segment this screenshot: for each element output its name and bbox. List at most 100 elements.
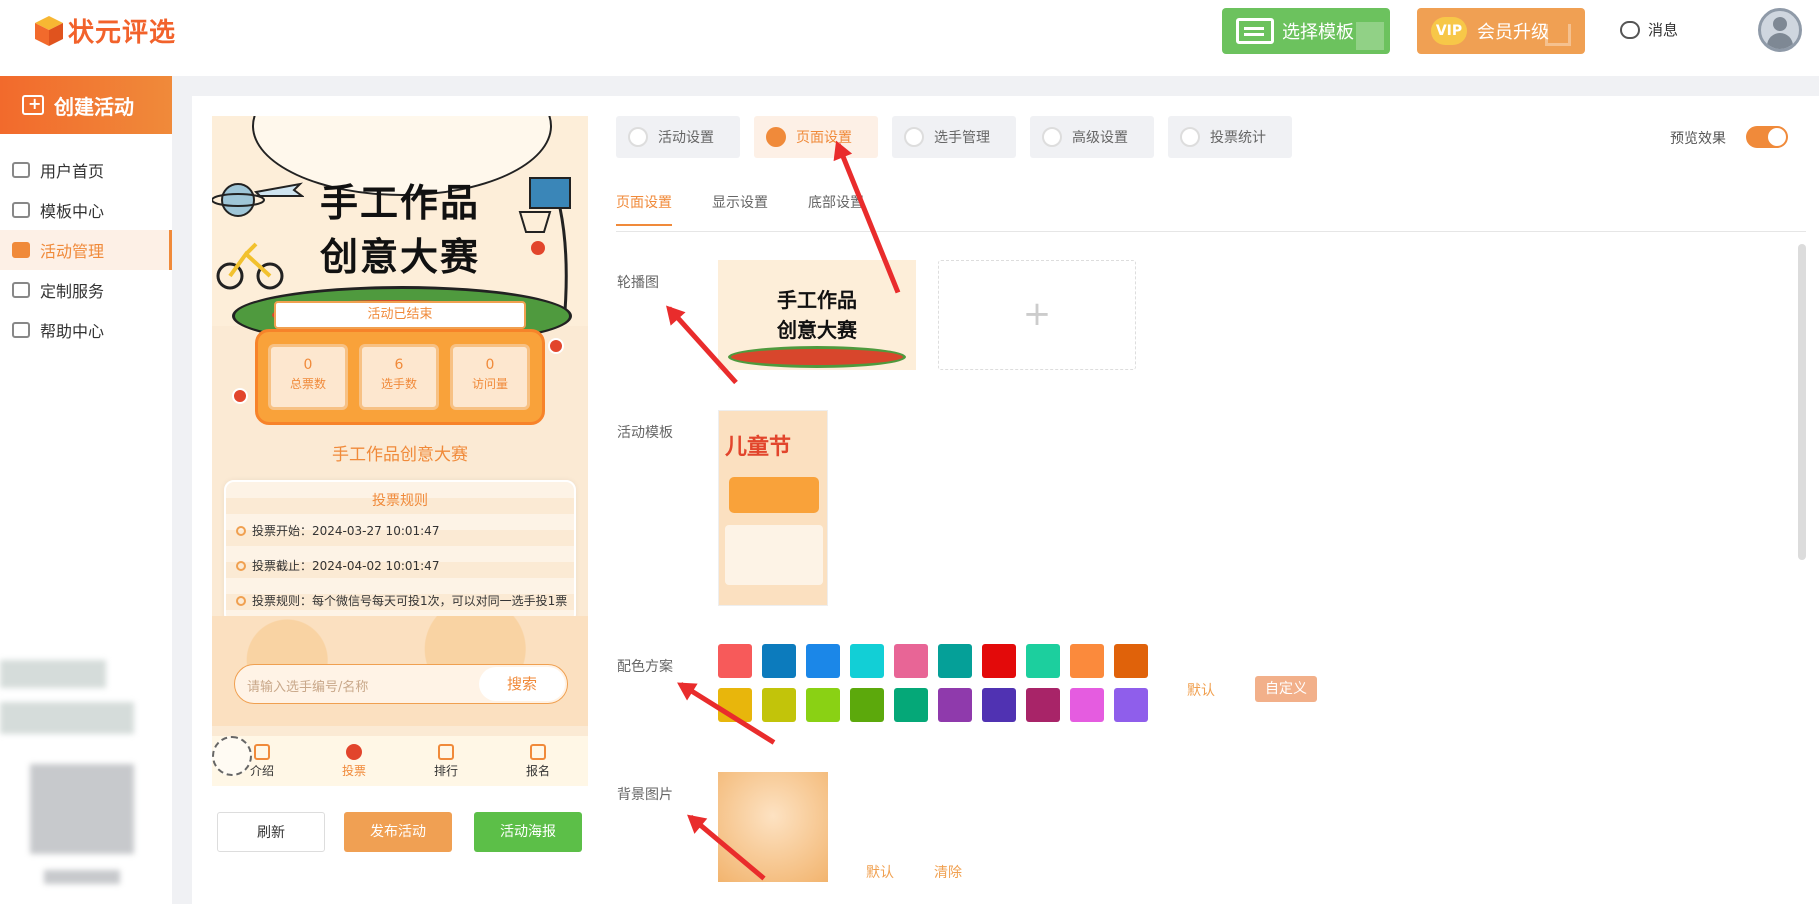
color-swatch[interactable] xyxy=(850,688,884,722)
tab-signup[interactable]: 报名 xyxy=(508,744,568,779)
bg-clear-link[interactable]: 清除 xyxy=(934,862,962,882)
messages-link[interactable]: 消息 xyxy=(1620,19,1678,40)
stat-label: 访问量 xyxy=(471,377,508,391)
sidebar-item-templates[interactable]: 模板中心 xyxy=(0,190,172,230)
chat-bubble-icon xyxy=(1620,20,1640,39)
page-icon xyxy=(766,127,786,147)
stamp-icon xyxy=(212,736,252,776)
tab-activity-settings[interactable]: 活动设置 xyxy=(616,116,740,158)
document-icon xyxy=(254,744,270,760)
color-swatch[interactable] xyxy=(938,688,972,722)
clock-icon xyxy=(236,525,246,536)
scrollbar[interactable] xyxy=(1798,244,1806,560)
stat-value: 0 xyxy=(303,357,313,373)
folder-icon xyxy=(12,202,30,218)
bg-default-link[interactable]: 默认 xyxy=(866,862,894,882)
stat-value: 6 xyxy=(394,357,404,373)
color-swatch[interactable] xyxy=(894,644,928,678)
color-swatch[interactable] xyxy=(806,644,840,678)
choose-template-button[interactable]: 选择模板 xyxy=(1222,8,1390,54)
stat-label: 总票数 xyxy=(289,377,326,391)
tab-page-settings[interactable]: 页面设置 xyxy=(754,116,878,158)
tab-contestant-management[interactable]: 选手管理 xyxy=(892,116,1016,158)
sidebar-item-help[interactable]: 帮助中心 xyxy=(0,310,172,350)
tab-rank[interactable]: 排行 xyxy=(416,744,476,779)
tab-label: 投票统计 xyxy=(1210,130,1266,146)
clock-icon xyxy=(236,595,246,606)
color-swatch[interactable] xyxy=(762,688,796,722)
page-settings-subtabs: 页面设置 显示设置 底部设置 xyxy=(616,192,1806,232)
tab-vote-stats[interactable]: 投票统计 xyxy=(1168,116,1292,158)
add-calendar-icon xyxy=(22,94,44,115)
add-carousel-image-button[interactable]: + xyxy=(938,260,1136,370)
carousel-title-line2: 创意大赛 xyxy=(777,318,857,342)
preview-effect-label: 预览效果 xyxy=(1670,131,1726,147)
airplane-icon xyxy=(254,182,304,197)
blurred-area xyxy=(0,702,134,734)
color-swatch[interactable] xyxy=(982,688,1016,722)
bar-chart-icon xyxy=(438,744,454,760)
decor-ball-icon xyxy=(548,338,564,354)
color-swatch[interactable] xyxy=(1114,644,1148,678)
sidebar-item-label: 定制服务 xyxy=(40,282,105,301)
color-swatch[interactable] xyxy=(718,644,752,678)
carousel-title-line1: 手工作品 xyxy=(777,288,857,312)
tab-vote[interactable]: 投票 xyxy=(324,744,384,779)
color-default-link[interactable]: 默认 xyxy=(1187,680,1215,700)
sidebar-item-home[interactable]: 用户首页 xyxy=(0,150,172,190)
template-rules-block xyxy=(725,525,823,585)
create-activity-button[interactable]: 创建活动 xyxy=(0,76,172,134)
carousel-track xyxy=(728,346,906,368)
color-swatch[interactable] xyxy=(1026,644,1060,678)
template-stats-block xyxy=(729,477,819,513)
color-swatch[interactable] xyxy=(806,688,840,722)
rule-text: 投票规则：每个微信号每天可投1次，可以对同一选手投1票 xyxy=(252,594,568,608)
color-swatch[interactable] xyxy=(1026,688,1060,722)
subtab-page-settings[interactable]: 页面设置 xyxy=(616,192,672,226)
color-custom-button[interactable]: 自定义 xyxy=(1255,676,1317,702)
crown-icon xyxy=(1545,24,1571,46)
tab-advanced-settings[interactable]: 高级设置 xyxy=(1030,116,1154,158)
sidebar-item-label: 模板中心 xyxy=(40,202,105,221)
preview-tab-bar: 介绍 投票 排行 报名 xyxy=(212,736,588,786)
sidebar-item-custom[interactable]: 定制服务 xyxy=(0,270,172,310)
color-swatch[interactable] xyxy=(1070,644,1104,678)
search-placeholder: 请输入选手编号/名称 xyxy=(247,680,369,695)
logo[interactable]: 状元评选 xyxy=(34,12,176,49)
contestant-search-input[interactable]: 请输入选手编号/名称 搜索 xyxy=(234,664,568,704)
color-swatch[interactable] xyxy=(762,644,796,678)
clock-icon xyxy=(236,560,246,571)
color-swatch[interactable] xyxy=(1070,688,1104,722)
template-thumb-title: 儿童节 xyxy=(725,435,792,460)
subtab-footer-settings[interactable]: 底部设置 xyxy=(808,192,864,224)
carousel-image[interactable]: 手工作品 创意大赛 xyxy=(718,260,916,370)
color-swatch[interactable] xyxy=(850,644,884,678)
background-image-thumbnail[interactable] xyxy=(718,772,828,882)
blurred-area xyxy=(44,870,120,884)
rule-end: 投票截止：2024-04-02 10:01:47 xyxy=(236,557,439,574)
preview-effect-toggle[interactable] xyxy=(1746,126,1788,148)
refresh-button[interactable]: 刷新 xyxy=(217,812,325,852)
sidebar-item-label: 用户首页 xyxy=(40,162,105,181)
tab-label: 活动设置 xyxy=(658,130,714,146)
color-swatch[interactable] xyxy=(894,688,928,722)
subtab-display-settings[interactable]: 显示设置 xyxy=(712,192,768,224)
decor-ball-icon xyxy=(232,388,248,404)
activity-template-thumbnail[interactable]: 儿童节 xyxy=(718,410,828,606)
settings-icon xyxy=(628,127,648,147)
tab-label: 选手管理 xyxy=(934,130,990,146)
stat-total-votes: 0 总票数 xyxy=(268,344,348,410)
tab-label: 报名 xyxy=(525,764,550,778)
activity-poster-button[interactable]: 活动海报 xyxy=(474,812,582,852)
color-swatch[interactable] xyxy=(1114,688,1148,722)
sidebar-item-activities[interactable]: 活动管理 xyxy=(0,230,172,270)
avatar[interactable] xyxy=(1758,8,1802,52)
vip-upgrade-button[interactable]: VIP 会员升级 xyxy=(1417,8,1585,54)
publish-activity-button[interactable]: 发布活动 xyxy=(344,812,452,852)
search-button[interactable]: 搜索 xyxy=(479,667,565,701)
color-swatch[interactable] xyxy=(938,644,972,678)
rule-text: 投票截止：2024-04-02 10:01:47 xyxy=(252,559,440,573)
logo-cube-icon xyxy=(34,15,64,47)
color-swatch[interactable] xyxy=(982,644,1016,678)
vote-rules-title: 投票规则 xyxy=(372,493,428,509)
